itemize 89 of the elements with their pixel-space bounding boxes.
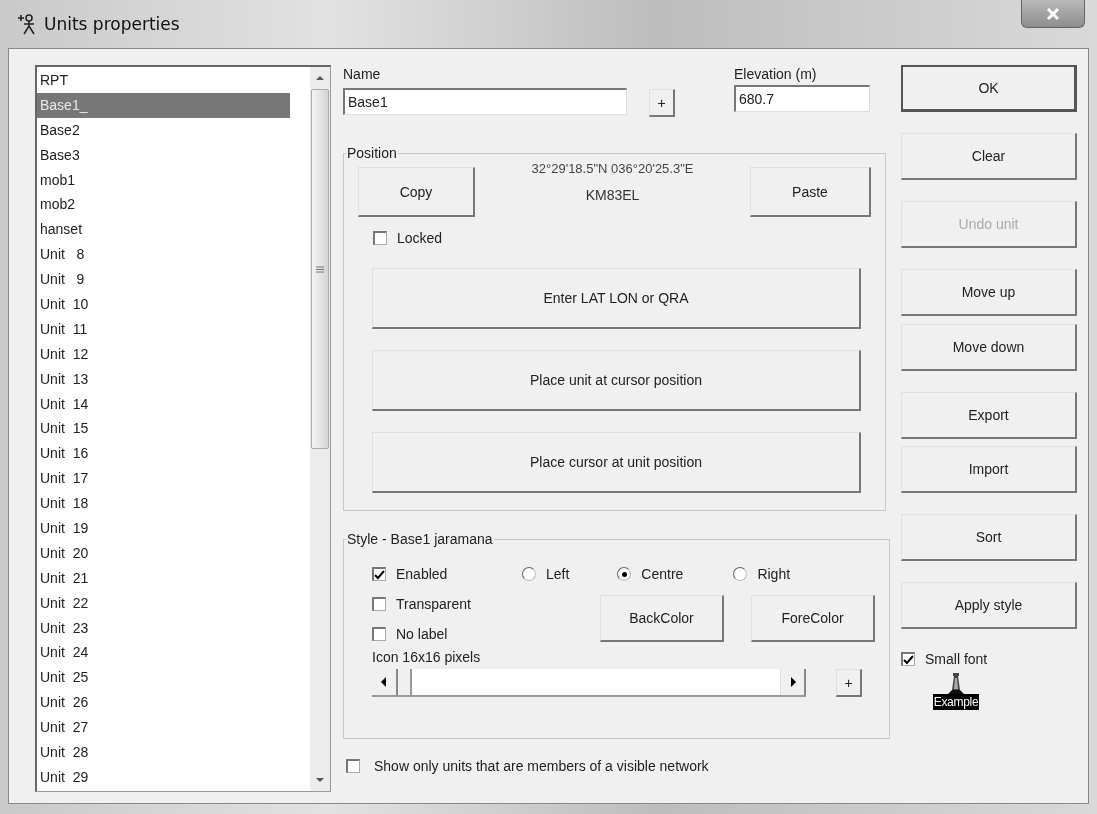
unit-list-item[interactable]: Unit 21 bbox=[37, 565, 290, 591]
radio-label: Centre bbox=[641, 566, 684, 582]
unit-list-item[interactable]: mob1 bbox=[37, 167, 290, 193]
unit-list-item[interactable]: Base3 bbox=[37, 142, 290, 168]
unit-list-item[interactable]: Unit 12 bbox=[37, 341, 290, 367]
locator-text: KM83EL bbox=[585, 187, 640, 203]
unit-list-item[interactable]: Unit 20 bbox=[37, 540, 290, 566]
unit-list-item[interactable]: Unit 8 bbox=[37, 242, 290, 268]
checkbox-label: Small font bbox=[925, 651, 988, 667]
dialog-button[interactable]: Import bbox=[901, 446, 1077, 493]
unit-list-item[interactable]: Unit 25 bbox=[37, 665, 290, 691]
unit-list-item[interactable]: mob2 bbox=[37, 192, 290, 218]
tower-icon bbox=[948, 672, 964, 694]
dialog-button[interactable]: Export bbox=[901, 392, 1077, 439]
unit-list-item[interactable]: Unit 15 bbox=[37, 416, 290, 442]
unit-list-item[interactable]: hanset bbox=[37, 217, 290, 243]
unit-list-item[interactable]: Unit 28 bbox=[37, 740, 290, 765]
checkbox[interactable] bbox=[901, 652, 915, 666]
unit-list-item[interactable]: Unit 24 bbox=[37, 640, 290, 666]
name-field[interactable]: Base1 bbox=[343, 87, 627, 115]
unit-list-item[interactable]: Unit 9 bbox=[37, 267, 290, 292]
group-title: Style - Base1 jaramana bbox=[346, 531, 494, 547]
radio-button[interactable] bbox=[733, 567, 748, 581]
add-button[interactable]: + bbox=[836, 669, 862, 697]
unit-list-item[interactable]: Unit 18 bbox=[37, 491, 290, 517]
dialog-button[interactable]: Clear bbox=[901, 133, 1077, 180]
unit-list-item[interactable]: Unit 27 bbox=[37, 715, 290, 741]
dialog-button[interactable]: OK bbox=[901, 65, 1077, 112]
dialog-button[interactable]: Move up bbox=[901, 269, 1077, 316]
unit-list-item[interactable]: Unit 22 bbox=[37, 590, 290, 616]
dialog-button[interactable]: Apply style bbox=[901, 582, 1077, 629]
radio-label: Left bbox=[546, 566, 570, 582]
scrollbar-thumb[interactable] bbox=[398, 669, 412, 695]
back-color-button[interactable]: BackColor bbox=[600, 595, 724, 642]
paste-button[interactable]: Paste bbox=[750, 167, 871, 217]
unit-list-item[interactable]: Base1_ bbox=[37, 92, 290, 118]
coordinates-text: 32°29'18.5"N 036°20'25.3"E bbox=[531, 161, 694, 176]
checkbox[interactable] bbox=[372, 597, 386, 611]
horizontal-scrollbar[interactable] bbox=[372, 669, 806, 697]
position-button[interactable]: Place unit at cursor position bbox=[372, 350, 861, 411]
right-arrow-icon bbox=[789, 677, 796, 687]
scroll-right-button[interactable] bbox=[780, 669, 806, 695]
unit-list-item[interactable]: Unit 29 bbox=[37, 764, 290, 790]
position-button[interactable]: Enter LAT LON or QRA bbox=[372, 268, 861, 329]
checkbox-label: Show only units that are members of a visible network bbox=[374, 758, 709, 774]
window-title: Units properties bbox=[44, 14, 180, 34]
unit-list-item[interactable]: Unit 17 bbox=[37, 466, 290, 492]
unit-list-item[interactable]: Base2 bbox=[37, 117, 290, 143]
unit-list-item[interactable]: Unit 13 bbox=[37, 366, 290, 392]
group-title: Position bbox=[346, 145, 398, 161]
checkbox-label: No label bbox=[396, 626, 448, 642]
position-button[interactable]: Place cursor at unit position bbox=[372, 432, 861, 493]
unit-list-item[interactable]: Unit 10 bbox=[37, 292, 290, 317]
radio-label: Right bbox=[757, 566, 791, 582]
scrollbar-thumb[interactable] bbox=[311, 89, 329, 449]
copy-button[interactable]: Copy bbox=[358, 167, 475, 217]
checkbox[interactable] bbox=[346, 759, 360, 773]
close-icon bbox=[1046, 7, 1060, 20]
radio-button[interactable] bbox=[617, 567, 632, 581]
scroll-up-icon bbox=[315, 75, 325, 81]
grip-icon bbox=[316, 265, 324, 273]
checkbox[interactable] bbox=[373, 231, 387, 245]
fore-color-button[interactable]: ForeColor bbox=[751, 595, 875, 642]
dialog-button[interactable]: Sort bbox=[901, 514, 1077, 561]
name-label: Name bbox=[343, 66, 382, 84]
checkbox[interactable] bbox=[372, 567, 386, 581]
checkbox-label: Enabled bbox=[396, 566, 448, 582]
unit-list-item[interactable]: Unit 14 bbox=[37, 391, 290, 417]
unit-list-item[interactable]: Unit 26 bbox=[37, 690, 290, 716]
example-label: Example bbox=[932, 694, 980, 710]
checkbox-label: Locked bbox=[397, 230, 443, 246]
icon-size-label: Icon 16x16 pixels bbox=[372, 649, 482, 667]
unit-list-item[interactable]: Unit 23 bbox=[37, 615, 290, 641]
unit-list-item[interactable]: Unit 19 bbox=[37, 516, 290, 541]
left-arrow-icon bbox=[381, 677, 387, 687]
checkbox-label: Transparent bbox=[396, 596, 471, 612]
scrollbar[interactable] bbox=[310, 67, 330, 791]
app-icon bbox=[16, 13, 38, 35]
unit-list-item[interactable]: RPT bbox=[37, 68, 290, 93]
unit-list-item[interactable]: Unit 11 bbox=[37, 316, 290, 342]
unit-list-item[interactable]: Unit 16 bbox=[37, 441, 290, 467]
dialog-button[interactable]: Move down bbox=[901, 324, 1077, 371]
elevation-label: Elevation (m) bbox=[734, 66, 818, 84]
elevation-field[interactable]: 680.7 bbox=[734, 85, 870, 112]
radio-button[interactable] bbox=[522, 567, 536, 581]
add-button[interactable]: + bbox=[649, 89, 675, 117]
checkbox[interactable] bbox=[372, 627, 386, 641]
close-button[interactable] bbox=[1021, 0, 1085, 28]
scroll-down-icon bbox=[315, 777, 325, 783]
